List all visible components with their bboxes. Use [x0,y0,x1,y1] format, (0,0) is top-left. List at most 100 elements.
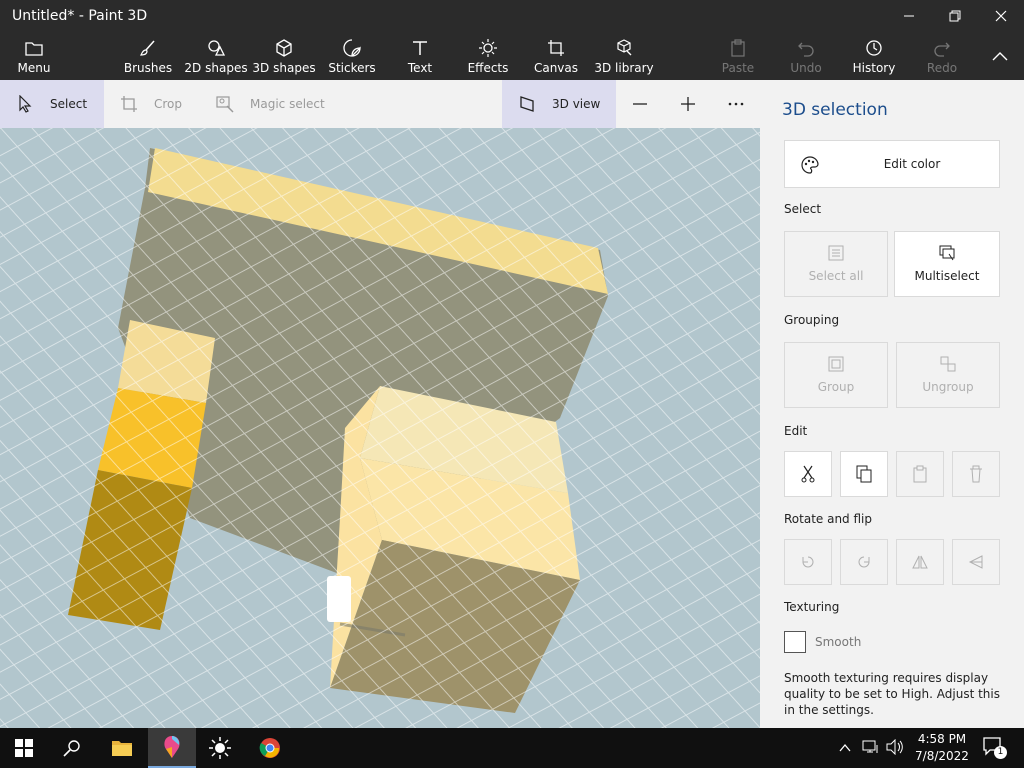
restore-button[interactable] [932,0,978,32]
tool-label: 3D library [594,61,654,75]
taskbar: 4:58 PM 7/8/2022 1 [0,728,1024,768]
multiselect-button[interactable]: Multiselect [894,231,1000,297]
rotate-right-button[interactable] [840,539,888,585]
chevron-up-icon [990,46,1010,66]
redo-icon [932,38,952,58]
smooth-checkbox[interactable] [784,631,806,653]
history-button[interactable]: History [850,32,898,80]
network-icon [862,740,878,753]
select-all-button[interactable]: Select all [784,231,888,297]
crop-tool-button[interactable]: Crop [104,80,200,128]
smooth-note: Smooth texturing requires display qualit… [784,671,1000,717]
copy-icon [856,465,872,483]
3d-view-toggle[interactable]: 3D view [502,80,616,128]
3d-shapes-icon [274,38,294,58]
undo-icon [796,38,816,58]
3d-view-label: 3D view [552,97,601,111]
ungroup-button[interactable]: Ungroup [896,342,1000,408]
paste-icon [728,38,748,58]
brightness-app-button[interactable] [196,728,244,768]
tool-text[interactable]: Text [396,32,444,80]
close-icon [995,10,1007,22]
volume-button[interactable] [886,738,904,759]
chrome-button[interactable] [246,728,294,768]
magic-select-button[interactable]: Magic select [200,80,340,128]
undo-label: Undo [790,61,822,75]
magic-select-icon [216,95,234,113]
collapse-ribbon-button[interactable] [982,32,1018,80]
tool-label: Canvas [533,61,579,75]
file-explorer-button[interactable] [98,728,146,768]
plus-icon [681,97,695,111]
windows-icon [15,739,33,757]
tool-label: Text [407,61,433,75]
select-all-label: Select all [808,269,864,283]
group-icon [828,356,844,372]
flip-vertical-icon [968,555,983,569]
rotate-section-label: Rotate and flip [784,512,873,526]
clock[interactable]: 4:58 PM 7/8/2022 [912,731,972,765]
undo-button[interactable]: Undo [782,32,830,80]
minus-icon [633,103,647,105]
sun-icon [209,737,231,759]
rotate-left-icon [802,556,814,568]
delete-button[interactable] [952,451,1000,497]
select-tool-button[interactable]: Select [0,80,104,128]
2d-shapes-icon [206,38,226,58]
start-button[interactable] [0,728,48,768]
more-icon [728,102,744,106]
stickers-icon [342,38,362,58]
text-icon [410,38,430,58]
group-button[interactable]: Group [784,342,888,408]
ungroup-icon [940,356,956,372]
zoom-in-button[interactable] [672,80,704,128]
paste-button[interactable]: Paste [714,32,762,80]
tool-effects[interactable]: Effects [464,32,512,80]
grouping-section-label: Grouping [784,313,840,327]
smooth-label: Smooth [815,635,862,649]
tool-label: 3D shapes [252,61,316,75]
crop-tool-label: Crop [154,97,183,111]
restore-icon [949,10,961,22]
folder-icon [112,741,132,756]
clock-time: 4:58 PM [917,732,967,746]
flip-vertical-button[interactable] [952,539,1000,585]
3d-canvas[interactable] [0,128,760,728]
cut-button[interactable] [784,451,832,497]
menu-button[interactable]: Menu [10,32,58,80]
paste-panel-button[interactable] [896,451,944,497]
rotate-left-button[interactable] [784,539,832,585]
action-center-button[interactable]: 1 [982,736,1007,760]
texturing-section-label: Texturing [784,600,840,614]
more-options-button[interactable] [720,80,752,128]
history-icon [864,38,884,58]
tool-brushes[interactable]: Brushes [124,32,172,80]
close-button[interactable] [978,0,1024,32]
zoom-out-button[interactable] [624,80,656,128]
redo-button[interactable]: Redo [918,32,966,80]
search-button[interactable] [48,728,96,768]
show-hidden-icons-button[interactable] [838,740,852,759]
copy-button[interactable] [840,451,888,497]
tool-stickers[interactable]: Stickers [328,32,376,80]
minimize-button[interactable] [886,0,932,32]
paint3d-taskbar-button[interactable] [148,728,196,768]
ground-grid [0,128,760,728]
canvas-icon [546,38,566,58]
flip-horizontal-button[interactable] [896,539,944,585]
edit-section-label: Edit [784,424,808,438]
network-button[interactable] [862,739,880,759]
clock-date: 7/8/2022 [915,749,969,763]
multiselect-label: Multiselect [914,269,980,283]
tool-label: Brushes [123,61,173,75]
tool-3d-shapes[interactable]: 3D shapes [252,32,316,80]
tool-canvas[interactable]: Canvas [532,32,580,80]
magic-select-label: Magic select [250,97,325,111]
tool-label: 2D shapes [184,61,248,75]
3d-view-icon [518,95,536,113]
effects-icon [478,38,498,58]
edit-color-button[interactable]: Edit color [784,140,1000,188]
tool-3d-library[interactable]: 3D library [594,32,654,80]
palette-icon [801,156,819,174]
tool-2d-shapes[interactable]: 2D shapes [184,32,248,80]
